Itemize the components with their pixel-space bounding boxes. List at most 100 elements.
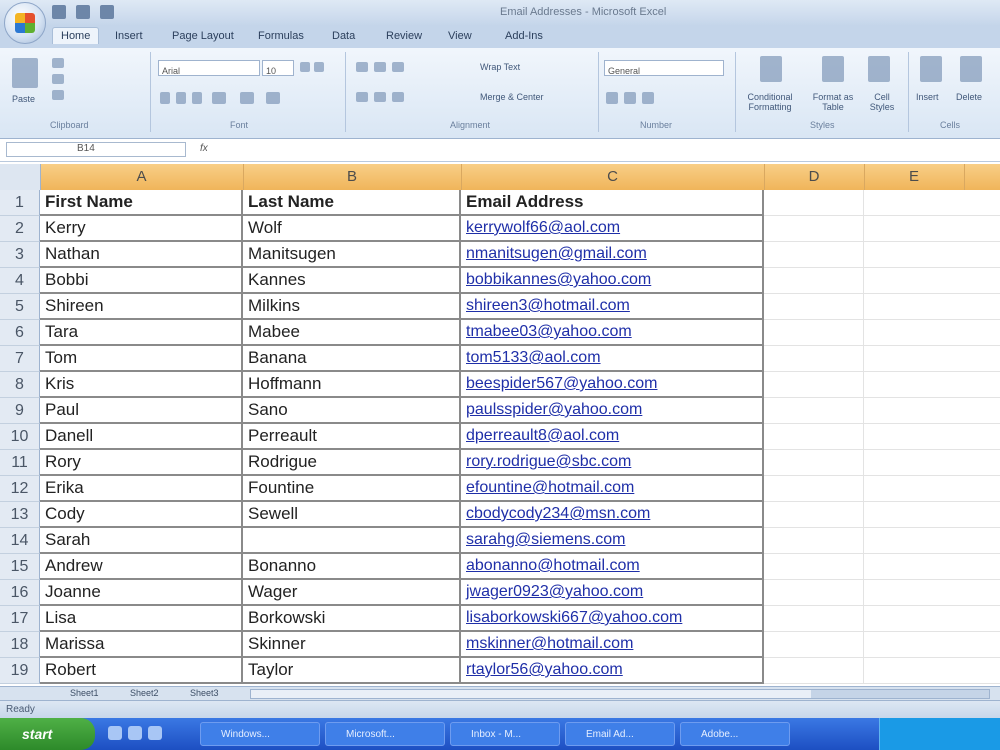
font-size-select[interactable]: 10: [262, 60, 294, 76]
cell-email[interactable]: shireen3@hotmail.com: [461, 294, 764, 320]
cell-styles-button[interactable]: Cell Styles: [862, 92, 902, 112]
align-right-icon[interactable]: [392, 92, 404, 102]
number-format-select[interactable]: General: [604, 60, 724, 76]
insert-cells-icon[interactable]: [920, 56, 942, 82]
cell-email[interactable]: rory.rodrigue@sbc.com: [461, 450, 764, 476]
cell-first-name[interactable]: Joanne: [40, 580, 243, 606]
cell-empty[interactable]: [864, 320, 1000, 346]
cell-email[interactable]: bobbikannes@yahoo.com: [461, 268, 764, 294]
borders-icon[interactable]: [212, 92, 226, 104]
conditional-formatting-button[interactable]: Conditional Formatting: [740, 92, 800, 112]
cell-last-name[interactable]: Banana: [243, 346, 461, 372]
cell-empty[interactable]: [864, 268, 1000, 294]
cell-first-name[interactable]: Paul: [40, 398, 243, 424]
media-icon[interactable]: [128, 726, 142, 740]
cell-email[interactable]: tom5133@aol.com: [461, 346, 764, 372]
cell-empty[interactable]: [764, 320, 864, 346]
currency-icon[interactable]: [606, 92, 618, 104]
sheet-tab-3[interactable]: Sheet3: [190, 688, 219, 698]
cell-email[interactable]: dperreault8@aol.com: [461, 424, 764, 450]
cell-empty[interactable]: [864, 632, 1000, 658]
fx-icon[interactable]: fx: [200, 143, 208, 154]
font-name-select[interactable]: Arial: [158, 60, 260, 76]
column-header-e[interactable]: E: [864, 164, 965, 190]
redo-icon[interactable]: [100, 5, 114, 19]
cell-last-name[interactable]: Sano: [243, 398, 461, 424]
cell-empty[interactable]: [764, 632, 864, 658]
row-header[interactable]: 2: [0, 216, 40, 242]
cell-empty[interactable]: [864, 398, 1000, 424]
cell-first-name[interactable]: Sarah: [40, 528, 243, 554]
cell-empty[interactable]: [764, 294, 864, 320]
format-as-table-icon[interactable]: [822, 56, 844, 82]
percent-icon[interactable]: [624, 92, 636, 104]
format-painter-icon[interactable]: [52, 90, 64, 100]
cell-email[interactable]: sarahg@siemens.com: [461, 528, 764, 554]
office-button[interactable]: [4, 2, 46, 44]
taskbar-item[interactable]: Adobe...: [680, 722, 790, 746]
delete-cells-icon[interactable]: [960, 56, 982, 82]
taskbar-item[interactable]: Email Ad...: [565, 722, 675, 746]
cell-email[interactable]: tmabee03@yahoo.com: [461, 320, 764, 346]
tab-add-ins[interactable]: Add-Ins: [505, 30, 543, 42]
copy-icon[interactable]: [52, 74, 64, 84]
row-header[interactable]: 7: [0, 346, 40, 372]
cell-first-name[interactable]: Robert: [40, 658, 243, 684]
cell-empty[interactable]: [864, 294, 1000, 320]
row-header[interactable]: 16: [0, 580, 40, 606]
cell-empty[interactable]: [864, 476, 1000, 502]
cell-empty[interactable]: [764, 502, 864, 528]
cell-last-name[interactable]: Perreault: [243, 424, 461, 450]
cell-empty[interactable]: [764, 216, 864, 242]
cell-empty[interactable]: [764, 554, 864, 580]
cell-empty[interactable]: [864, 580, 1000, 606]
row-header[interactable]: 9: [0, 398, 40, 424]
tab-view[interactable]: View: [448, 30, 472, 42]
wrap-text-button[interactable]: Wrap Text: [480, 62, 520, 72]
cell-empty[interactable]: [764, 528, 864, 554]
insert-cells-button[interactable]: Insert: [916, 92, 939, 102]
cell-first-name[interactable]: Kerry: [40, 216, 243, 242]
cell-empty[interactable]: [764, 242, 864, 268]
cell-last-name[interactable]: Last Name: [243, 190, 461, 216]
cell-email[interactable]: efountine@hotmail.com: [461, 476, 764, 502]
start-button[interactable]: start: [0, 718, 95, 750]
cell-empty[interactable]: [764, 450, 864, 476]
row-header[interactable]: 13: [0, 502, 40, 528]
desktop-icon[interactable]: [148, 726, 162, 740]
paste-icon[interactable]: [12, 58, 38, 88]
cell-empty[interactable]: [864, 372, 1000, 398]
cell-first-name[interactable]: Nathan: [40, 242, 243, 268]
cell-first-name[interactable]: Shireen: [40, 294, 243, 320]
cell-last-name[interactable]: [243, 528, 461, 554]
select-all-corner[interactable]: [0, 164, 41, 190]
cell-email[interactable]: jwager0923@yahoo.com: [461, 580, 764, 606]
column-header-b[interactable]: B: [243, 164, 462, 190]
paste-button[interactable]: Paste: [12, 94, 35, 104]
cell-empty[interactable]: [764, 606, 864, 632]
align-bottom-icon[interactable]: [392, 62, 404, 72]
tab-page-layout[interactable]: Page Layout: [172, 30, 234, 42]
cell-email[interactable]: lisaborkowski667@yahoo.com: [461, 606, 764, 632]
align-middle-icon[interactable]: [374, 62, 386, 72]
row-header[interactable]: 6: [0, 320, 40, 346]
row-header[interactable]: 15: [0, 554, 40, 580]
cell-last-name[interactable]: Fountine: [243, 476, 461, 502]
undo-icon[interactable]: [76, 5, 90, 19]
tab-formulas[interactable]: Formulas: [258, 30, 304, 42]
align-top-icon[interactable]: [356, 62, 368, 72]
sheet-tab-1[interactable]: Sheet1: [70, 688, 99, 698]
taskbar-item[interactable]: Microsoft...: [325, 722, 445, 746]
cell-first-name[interactable]: Rory: [40, 450, 243, 476]
cell-last-name[interactable]: Wager: [243, 580, 461, 606]
cell-empty[interactable]: [864, 242, 1000, 268]
tab-insert[interactable]: Insert: [115, 30, 143, 42]
cell-last-name[interactable]: Rodrigue: [243, 450, 461, 476]
cell-first-name[interactable]: Kris: [40, 372, 243, 398]
cell-first-name[interactable]: Tom: [40, 346, 243, 372]
row-header[interactable]: 14: [0, 528, 40, 554]
align-center-icon[interactable]: [374, 92, 386, 102]
cell-last-name[interactable]: Taylor: [243, 658, 461, 684]
cell-first-name[interactable]: Andrew: [40, 554, 243, 580]
cell-first-name[interactable]: Lisa: [40, 606, 243, 632]
